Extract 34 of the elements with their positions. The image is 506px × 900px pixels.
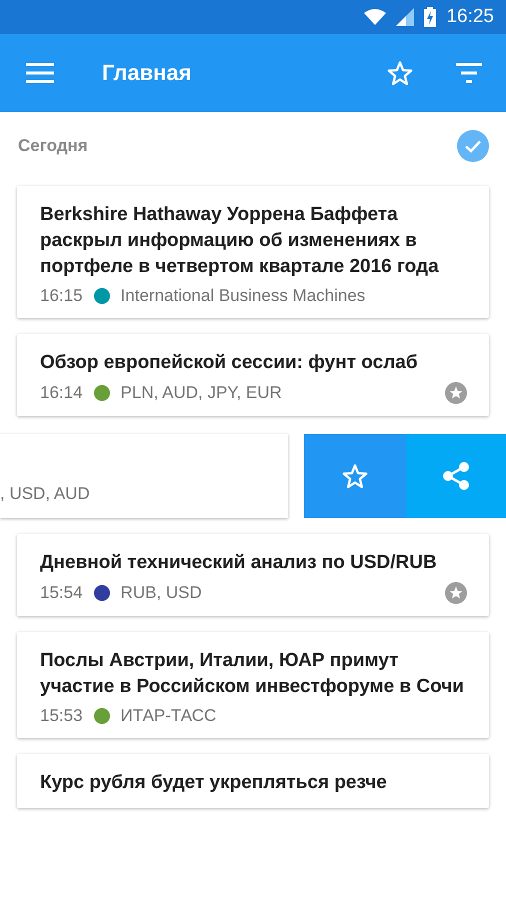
news-card[interactable]: Обзор европейской сессии: фунт ослаб 16:14 PLN, AUD, JPY, EUR	[17, 334, 489, 416]
news-title: Обзор европейской сессии: фунт ослаб	[40, 351, 419, 375]
news-title: Дневной технический анализ по USD/RUB	[40, 551, 438, 575]
menu-icon[interactable]	[26, 63, 54, 83]
star-icon	[341, 462, 369, 490]
news-card[interactable]: Дневной технический анализ по USD/RUB 15:54 RUB, USD	[17, 534, 489, 616]
news-card[interactable]: Berkshire Hathaway Уоррена Баффета раскрыл информацию об изменениях в портфеле в четвертом квартале 2016 года 16:15 International Business Machines	[17, 186, 489, 318]
signal-icon	[396, 8, 414, 26]
news-card[interactable]: Курс рубля будет укрепляться резче	[17, 754, 489, 808]
news-title: Курс рубля будет укрепляться резче	[40, 771, 388, 795]
screen-title: Главная	[102, 60, 192, 86]
section-header: Сегодня	[18, 136, 88, 156]
news-source: PLN, AUD, JPY, EUR	[120, 383, 282, 403]
check-icon[interactable]	[457, 130, 489, 162]
star-icon[interactable]	[386, 60, 414, 86]
news-time: 15:54	[40, 583, 83, 603]
news-title: Послы Австрии, Италии, ЮАР примут участие в Российском инвестфоруме в Сочи	[40, 649, 465, 699]
filter-icon[interactable]	[456, 63, 482, 83]
news-card[interactable]: , USD, AUD	[0, 434, 288, 518]
news-time: 15:53	[40, 706, 83, 726]
news-card[interactable]: Послы Австрии, Италии, ЮАР примут участие в Российском инвестфоруме в Сочи 15:53 ИТАР-ТАСС	[17, 632, 489, 738]
favorite-button[interactable]	[304, 434, 406, 518]
news-time: 16:15	[40, 286, 83, 306]
news-source: ИТАР-ТАСС	[120, 706, 216, 726]
share-button[interactable]	[406, 434, 506, 518]
battery-icon	[424, 7, 436, 27]
news-source: , USD, AUD	[0, 484, 90, 504]
news-title: Berkshire Hathaway Уоррена Баффета раскрыл информацию об изменениях в портфеле в четвертом квартале 2016 года	[40, 203, 440, 279]
wifi-icon	[364, 9, 386, 25]
news-time: 16:14	[40, 383, 83, 403]
share-icon	[442, 461, 470, 491]
news-source: International Business Machines	[120, 286, 366, 306]
news-source: RUB, USD	[120, 583, 202, 603]
status-time: 16:25	[446, 6, 494, 28]
